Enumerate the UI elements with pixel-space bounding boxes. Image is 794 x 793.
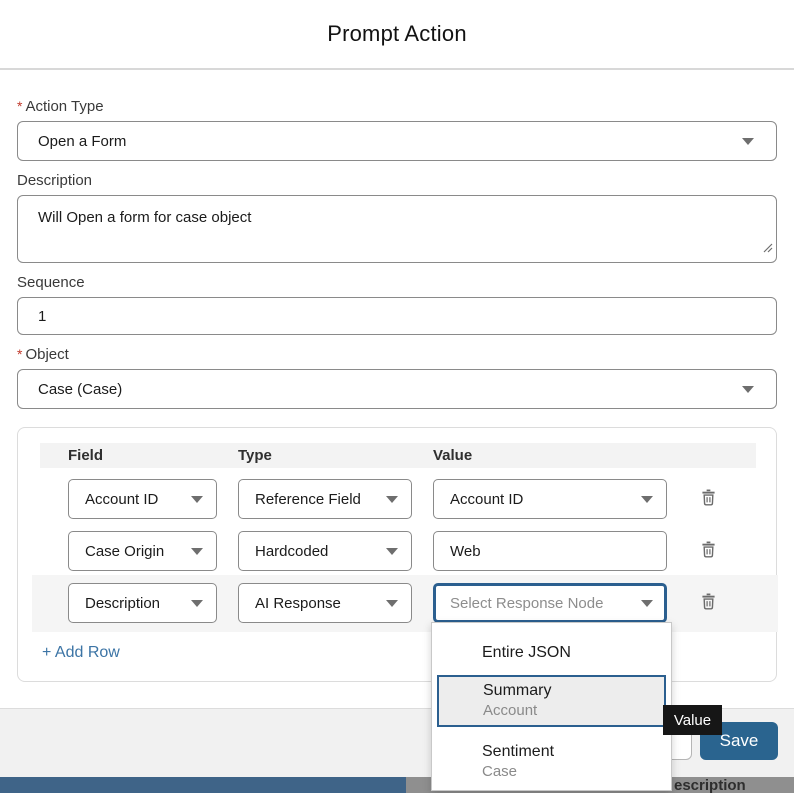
object-value: Case (Case) bbox=[38, 381, 122, 398]
action-type-value: Open a Form bbox=[38, 133, 126, 150]
chevron-down-icon bbox=[641, 600, 653, 607]
chevron-down-icon bbox=[386, 548, 398, 555]
modal-header: Prompt Action bbox=[0, 0, 794, 70]
chevron-down-icon bbox=[191, 600, 203, 607]
required-asterisk: * bbox=[17, 98, 22, 114]
dropdown-option-sentiment[interactable]: Sentiment Case bbox=[432, 736, 671, 787]
row3-type-select[interactable]: AI Response bbox=[238, 583, 412, 623]
required-asterisk: * bbox=[17, 346, 22, 362]
trash-icon bbox=[701, 593, 716, 610]
object-group: *Object Case (Case) bbox=[17, 346, 777, 409]
trash-icon bbox=[701, 541, 716, 558]
delete-row-button[interactable] bbox=[699, 591, 718, 615]
object-select[interactable]: Case (Case) bbox=[17, 369, 777, 409]
action-type-label: *Action Type bbox=[17, 98, 777, 115]
chevron-down-icon bbox=[742, 138, 754, 145]
chevron-down-icon bbox=[386, 600, 398, 607]
resize-handle-icon[interactable] bbox=[763, 240, 773, 258]
row1-field-select[interactable]: Account ID bbox=[68, 479, 217, 519]
modal-body: *Action Type Open a Form Description Wil… bbox=[0, 70, 794, 409]
delete-row-button[interactable] bbox=[699, 487, 718, 511]
background-page-strip: escription bbox=[0, 777, 794, 793]
object-label: *Object bbox=[17, 346, 777, 363]
sequence-label: Sequence bbox=[17, 274, 777, 291]
value-tooltip: Value bbox=[663, 705, 722, 735]
description-textarea[interactable]: Will Open a form for case object bbox=[17, 195, 777, 263]
chevron-down-icon bbox=[191, 496, 203, 503]
row3-value-select-open[interactable]: Select Response Node bbox=[433, 583, 667, 623]
chevron-down-icon bbox=[641, 496, 653, 503]
background-partial-text: escription bbox=[674, 777, 746, 793]
dropdown-option-entire-json[interactable]: Entire JSON bbox=[432, 637, 671, 669]
column-header-field: Field bbox=[68, 447, 217, 464]
column-header-type: Type bbox=[238, 447, 412, 464]
response-node-dropdown: Entire JSON Summary Account Sentiment Ca… bbox=[431, 622, 672, 791]
delete-row-button[interactable] bbox=[699, 539, 718, 563]
prompt-action-modal: Prompt Action *Action Type Open a Form D… bbox=[0, 0, 794, 793]
sequence-group: Sequence bbox=[17, 274, 777, 335]
background-table-header-bar bbox=[0, 777, 406, 793]
description-label: Description bbox=[17, 172, 777, 189]
table-row: Description AI Response Select Response … bbox=[40, 583, 778, 623]
table-row: Case Origin Hardcoded bbox=[40, 531, 770, 571]
row3-field-select[interactable]: Description bbox=[68, 583, 217, 623]
row1-type-select[interactable]: Reference Field bbox=[238, 479, 412, 519]
action-type-select[interactable]: Open a Form bbox=[17, 121, 777, 161]
column-header-value: Value bbox=[433, 447, 667, 464]
sequence-input[interactable] bbox=[17, 297, 777, 335]
dropdown-option-summary-selected[interactable]: Summary Account bbox=[437, 675, 666, 727]
chevron-down-icon bbox=[386, 496, 398, 503]
page-title: Prompt Action bbox=[327, 21, 467, 47]
trash-icon bbox=[701, 489, 716, 506]
chevron-down-icon bbox=[742, 386, 754, 393]
action-type-group: *Action Type Open a Form bbox=[17, 98, 777, 161]
chevron-down-icon bbox=[191, 548, 203, 555]
row1-value-select[interactable]: Account ID bbox=[433, 479, 667, 519]
description-group: Description Will Open a form for case ob… bbox=[17, 172, 777, 263]
row2-type-select[interactable]: Hardcoded bbox=[238, 531, 412, 571]
row2-value-input[interactable] bbox=[433, 531, 667, 571]
table-row: Account ID Reference Field Account ID bbox=[40, 479, 770, 519]
row2-field-select[interactable]: Case Origin bbox=[68, 531, 217, 571]
mapping-table-header: Field Type Value bbox=[40, 443, 756, 468]
add-row-link[interactable]: + Add Row bbox=[42, 644, 120, 662]
